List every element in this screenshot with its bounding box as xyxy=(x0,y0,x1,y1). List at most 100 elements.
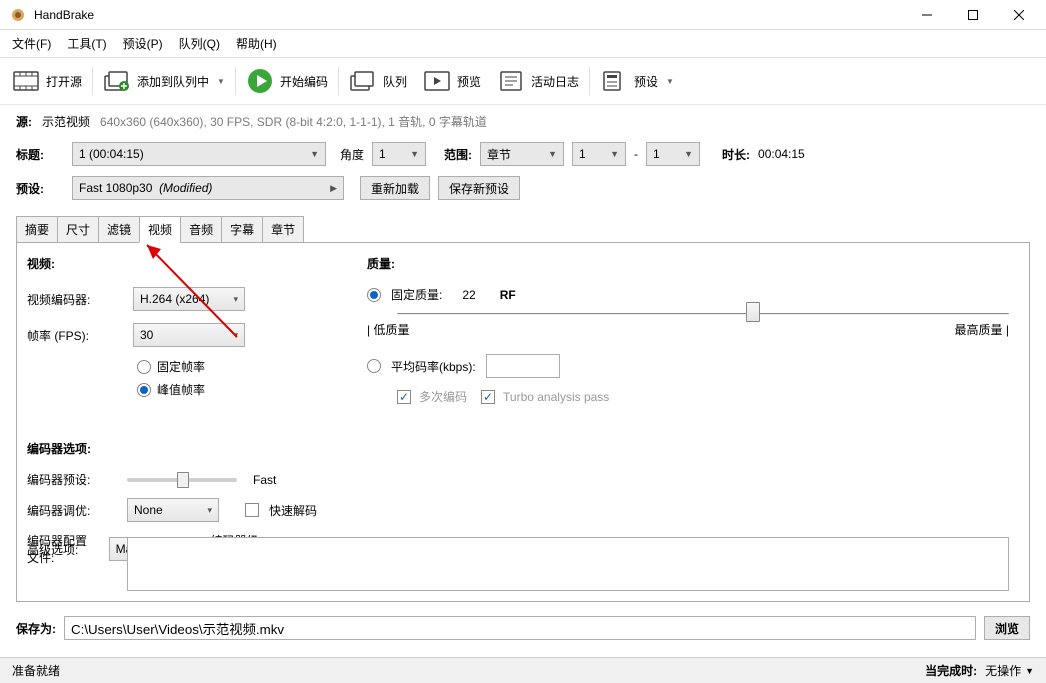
toolbar-separator xyxy=(589,67,590,95)
window-maximize-button[interactable] xyxy=(950,0,996,30)
chevron-down-icon: ▼ xyxy=(217,77,225,86)
video-section-label: 视频: xyxy=(27,255,347,272)
turbo-checkbox[interactable] xyxy=(481,390,495,404)
preview-label: 预览 xyxy=(457,73,481,90)
window-minimize-button[interactable] xyxy=(904,0,950,30)
duration-label: 时长: xyxy=(722,146,750,163)
activity-log-button[interactable]: 活动日志 xyxy=(489,66,587,96)
constant-quality-radio[interactable] xyxy=(367,288,381,302)
tab-summary[interactable]: 摘要 xyxy=(16,216,58,243)
high-quality-label: 最高质量 | xyxy=(955,321,1009,338)
average-bitrate-input[interactable] xyxy=(486,354,560,378)
toolbar-separator xyxy=(92,67,93,95)
add-queue-icon xyxy=(103,70,131,92)
when-done-label: 当完成时: xyxy=(925,662,977,679)
status-text: 准备就绪 xyxy=(12,662,60,679)
range-type-select[interactable]: 章节▼ xyxy=(480,142,564,166)
low-quality-label: | 低质量 xyxy=(367,321,409,338)
title-select[interactable]: 1 (00:04:15)▼ xyxy=(72,142,326,166)
toolbar-separator xyxy=(235,67,236,95)
turbo-label: Turbo analysis pass xyxy=(503,390,609,404)
tab-dimensions[interactable]: 尺寸 xyxy=(57,216,99,243)
menu-file[interactable]: 文件(F) xyxy=(4,32,59,55)
start-encode-label: 开始编码 xyxy=(280,73,328,90)
window-titlebar: HandBrake xyxy=(0,0,1046,30)
range-to-select[interactable]: 1▼ xyxy=(646,142,700,166)
open-source-button[interactable]: 打开源 xyxy=(4,66,90,96)
constant-quality-label: 固定质量: xyxy=(391,286,442,303)
encoder-preset-value: Fast xyxy=(253,473,276,487)
menu-help[interactable]: 帮助(H) xyxy=(228,32,285,55)
encoder-options-label: 编码器选项: xyxy=(27,440,347,457)
tab-video[interactable]: 视频 xyxy=(139,216,181,243)
peak-framerate-radio[interactable] xyxy=(137,383,151,397)
queue-label: 队列 xyxy=(383,73,407,90)
range-dash: - xyxy=(634,147,638,161)
average-bitrate-radio[interactable] xyxy=(367,359,381,373)
encoder-preset-slider[interactable] xyxy=(127,478,237,482)
add-to-queue-button[interactable]: 添加到队列中 ▼ xyxy=(95,66,233,96)
range-from-select[interactable]: 1▼ xyxy=(572,142,626,166)
tab-strip: 摘要 尺寸 滤镜 视频 音频 字幕 章节 xyxy=(16,216,1030,243)
chevron-down-icon: ▼ xyxy=(666,77,674,86)
title-label: 标题: xyxy=(16,146,64,163)
when-done-select[interactable]: 无操作▼ xyxy=(985,661,1034,681)
main-toolbar: 打开源 添加到队列中 ▼ 开始编码 队列 预览 活动日志 预设 ▼ xyxy=(0,58,1046,105)
average-bitrate-label: 平均码率(kbps): xyxy=(391,358,476,375)
save-row: 保存为: 浏览 xyxy=(0,602,1046,654)
status-bar: 准备就绪 当完成时: 无操作▼ xyxy=(0,657,1046,683)
constant-framerate-label: 固定帧率 xyxy=(157,358,205,375)
activity-log-label: 活动日志 xyxy=(531,73,579,90)
menu-queue[interactable]: 队列(Q) xyxy=(171,32,228,55)
quality-slider[interactable] xyxy=(397,313,1009,315)
encoder-tune-select[interactable]: None▾ xyxy=(127,498,219,522)
queue-button[interactable]: 队列 xyxy=(341,66,415,96)
fps-select[interactable]: 30▾ xyxy=(133,323,245,347)
add-to-queue-label: 添加到队列中 xyxy=(137,73,209,90)
toolbar-separator xyxy=(338,67,339,95)
open-source-label: 打开源 xyxy=(46,73,82,90)
preview-button[interactable]: 预览 xyxy=(415,66,489,96)
presets-label: 预设 xyxy=(634,73,658,90)
save-new-preset-button[interactable]: 保存新预设 xyxy=(438,176,520,200)
source-name: 示范视频 xyxy=(42,113,90,130)
source-info: 640x360 (640x360), 30 FPS, SDR (8-bit 4:… xyxy=(100,113,487,130)
angle-select[interactable]: 1▼ xyxy=(372,142,426,166)
save-path-input[interactable] xyxy=(64,616,976,640)
advanced-options-input[interactable] xyxy=(127,537,1009,591)
menu-tools[interactable]: 工具(T) xyxy=(59,32,114,55)
fps-label: 帧率 (FPS): xyxy=(27,327,127,344)
menu-bar: 文件(F) 工具(T) 预设(P) 队列(Q) 帮助(H) xyxy=(0,30,1046,58)
browse-button[interactable]: 浏览 xyxy=(984,616,1030,640)
range-label: 范围: xyxy=(444,146,472,163)
preset-select[interactable]: Fast 1080p30 (Modified)▶ xyxy=(72,176,344,200)
preset-row: 预设: Fast 1080p30 (Modified)▶ 重新加载 保存新预设 xyxy=(16,176,1030,200)
window-close-button[interactable] xyxy=(996,0,1042,30)
two-pass-checkbox[interactable] xyxy=(397,390,411,404)
save-as-label: 保存为: xyxy=(16,620,56,637)
tab-chapters[interactable]: 章节 xyxy=(262,216,304,243)
log-icon xyxy=(497,70,525,92)
preset-label: 预设: xyxy=(16,180,64,197)
constant-framerate-radio[interactable] xyxy=(137,360,151,374)
menu-presets[interactable]: 预设(P) xyxy=(115,32,171,55)
fast-decode-checkbox[interactable] xyxy=(245,503,259,517)
queue-icon xyxy=(349,70,377,92)
preview-icon xyxy=(423,70,451,92)
presets-button[interactable]: 预设 ▼ xyxy=(592,66,682,96)
presets-icon xyxy=(600,70,628,92)
video-encoder-label: 视频编码器: xyxy=(27,291,127,308)
tab-audio[interactable]: 音频 xyxy=(180,216,222,243)
video-encoder-select[interactable]: H.264 (x264)▾ xyxy=(133,287,245,311)
reload-button[interactable]: 重新加载 xyxy=(360,176,430,200)
tab-subtitles[interactable]: 字幕 xyxy=(221,216,263,243)
tab-filters[interactable]: 滤镜 xyxy=(98,216,140,243)
constant-quality-value: 22 xyxy=(462,288,475,302)
quality-section-label: 质量: xyxy=(367,255,1009,272)
angle-label: 角度 xyxy=(340,146,364,163)
play-icon xyxy=(246,70,274,92)
start-encode-button[interactable]: 开始编码 xyxy=(238,66,336,96)
two-pass-label: 多次编码 xyxy=(419,388,467,405)
duration-value: 00:04:15 xyxy=(758,147,805,161)
peak-framerate-label: 峰值帧率 xyxy=(157,381,205,398)
